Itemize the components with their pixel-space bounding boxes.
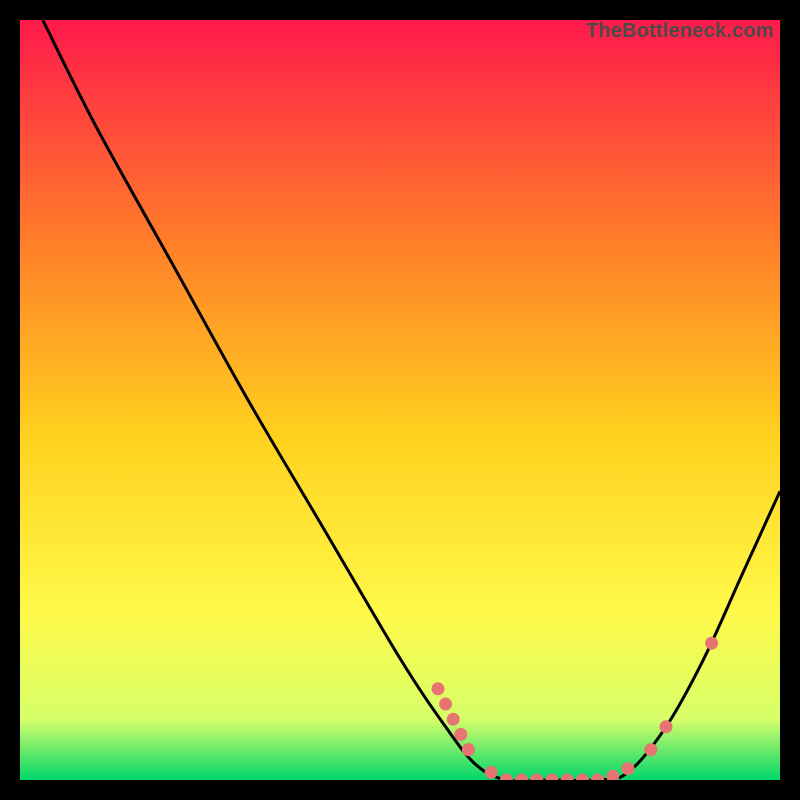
data-point <box>432 682 445 695</box>
data-point <box>454 728 467 741</box>
data-point <box>447 713 460 726</box>
data-point <box>660 720 673 733</box>
data-point <box>705 637 718 650</box>
watermark-text: TheBottleneck.com <box>586 20 774 43</box>
bottleneck-curve-chart <box>20 20 780 780</box>
data-point <box>462 743 475 756</box>
data-point <box>622 762 635 775</box>
data-point <box>485 766 498 779</box>
data-point <box>439 698 452 711</box>
chart-frame: TheBottleneck.com <box>20 20 780 780</box>
data-point <box>644 743 657 756</box>
heatmap-background <box>20 20 780 780</box>
